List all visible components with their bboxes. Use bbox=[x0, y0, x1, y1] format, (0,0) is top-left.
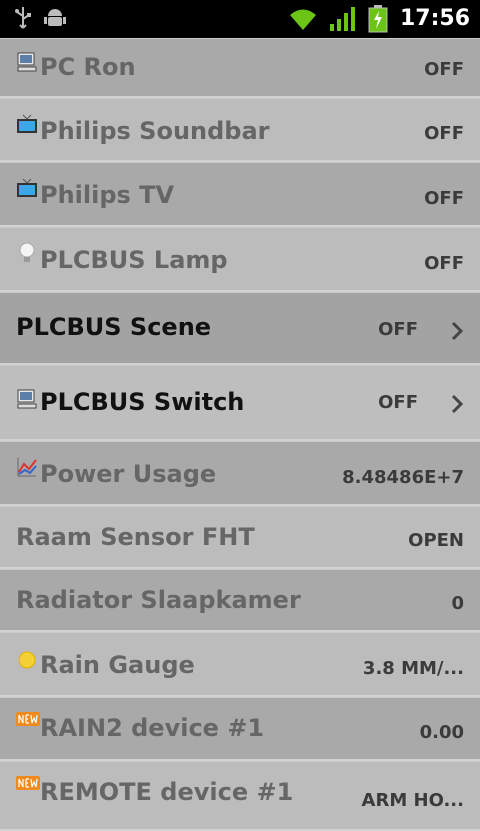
device-name: PC Ron bbox=[40, 53, 136, 81]
wifi-icon bbox=[289, 9, 316, 30]
chevron-right-icon[interactable] bbox=[448, 392, 468, 416]
battery-charging-icon bbox=[368, 5, 388, 33]
status-bar: 17:56 bbox=[0, 0, 480, 38]
device-name: RAIN2 device #1 bbox=[40, 714, 265, 742]
list-item[interactable]: Philips Soundbar OFF bbox=[0, 98, 480, 162]
list-item[interactable]: PC Ron OFF bbox=[0, 38, 480, 98]
device-name: Raam Sensor FHT bbox=[16, 523, 255, 551]
sun-icon bbox=[18, 651, 36, 669]
list-item[interactable]: Power Usage 8.48486E+7 bbox=[0, 441, 480, 506]
clock: 17:56 bbox=[399, 6, 470, 31]
device-value: OFF bbox=[378, 319, 418, 340]
list-item[interactable]: Raam Sensor FHT OPEN bbox=[0, 506, 480, 569]
device-name: REMOTE device #1 bbox=[40, 778, 294, 806]
device-name: Philips Soundbar bbox=[40, 117, 270, 145]
device-value: 8.48486E+7 bbox=[342, 467, 464, 488]
tv-icon bbox=[17, 178, 37, 197]
usb-icon bbox=[15, 7, 31, 29]
chart-icon bbox=[17, 458, 37, 477]
device-value: ARM HO... bbox=[361, 790, 464, 811]
list-item[interactable]: REMOTE device #1 ARM HO... bbox=[0, 761, 480, 831]
device-name: Philips TV bbox=[40, 181, 175, 209]
android-debug-icon bbox=[44, 9, 66, 26]
device-name: PLCBUS Lamp bbox=[40, 246, 228, 274]
device-value: OFF bbox=[424, 188, 464, 209]
list-item[interactable]: Radiator Slaapkamer 0 bbox=[0, 569, 480, 632]
list-item[interactable]: PLCBUS Scene OFF bbox=[0, 292, 480, 365]
device-value: OFF bbox=[424, 253, 464, 274]
pc-icon bbox=[17, 52, 37, 72]
chevron-right-icon[interactable] bbox=[448, 319, 468, 343]
device-list[interactable]: PC Ron OFF Philips Soundbar OFF Philips … bbox=[0, 38, 480, 831]
new-badge-icon bbox=[16, 712, 40, 726]
list-item[interactable]: RAIN2 device #1 0.00 bbox=[0, 697, 480, 761]
list-item[interactable]: PLCBUS Lamp OFF bbox=[0, 227, 480, 292]
device-value: 0 bbox=[451, 593, 464, 614]
list-item[interactable]: PLCBUS Switch OFF bbox=[0, 365, 480, 441]
device-name: Rain Gauge bbox=[40, 651, 195, 679]
pc-icon bbox=[17, 389, 37, 409]
list-item[interactable]: Rain Gauge 3.8 MM/... bbox=[0, 632, 480, 697]
lightbulb-icon bbox=[19, 242, 35, 262]
tv-icon bbox=[17, 114, 37, 133]
device-value: 0.00 bbox=[419, 722, 464, 743]
list-item[interactable]: Philips TV OFF bbox=[0, 162, 480, 227]
device-value: OFF bbox=[424, 123, 464, 144]
new-badge-icon bbox=[16, 776, 40, 790]
device-name: PLCBUS Scene bbox=[16, 313, 212, 341]
device-name: Radiator Slaapkamer bbox=[16, 586, 301, 614]
device-value: OPEN bbox=[408, 530, 464, 551]
signal-icon bbox=[329, 7, 355, 31]
device-name: PLCBUS Switch bbox=[40, 388, 245, 416]
device-value: 3.8 MM/... bbox=[362, 658, 464, 679]
device-value: OFF bbox=[378, 392, 418, 413]
device-value: OFF bbox=[424, 59, 464, 80]
device-name: Power Usage bbox=[40, 460, 217, 488]
